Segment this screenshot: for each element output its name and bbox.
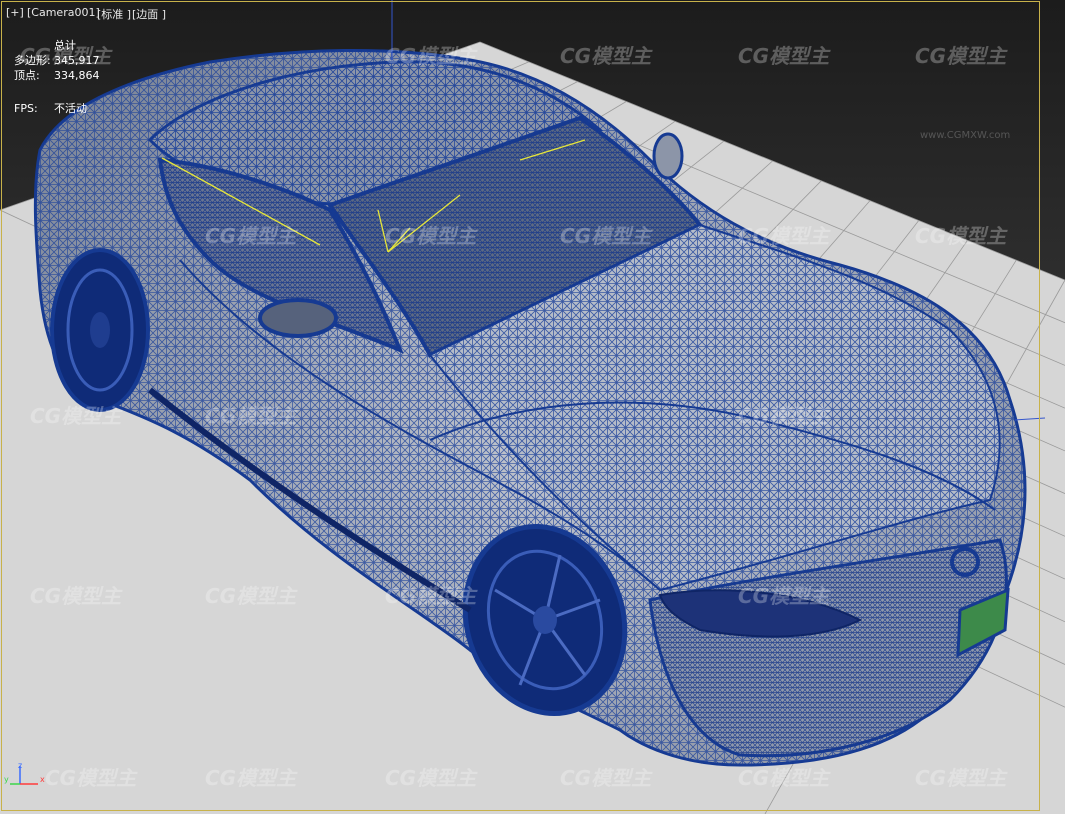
fps-label: FPS: xyxy=(14,102,38,115)
stats-total-label: 总计 xyxy=(54,39,76,52)
rear-antenna xyxy=(652,132,684,180)
axis-y-label: y xyxy=(4,775,9,784)
axis-tripod-icon: z x y xyxy=(4,762,45,785)
poly-count-value: 345,917 xyxy=(54,54,100,67)
side-mirror xyxy=(258,298,338,338)
poly-count-label: 多边形: xyxy=(14,54,51,67)
viewport-statistics: 总计 多边形: 345,917 顶点: 334,864 FPS: 不活动 xyxy=(14,38,100,116)
rear-wheel xyxy=(50,248,150,412)
fps-value: 不活动 xyxy=(54,102,87,115)
viewport-shading-menu[interactable]: [标准 ] xyxy=(97,6,131,22)
viewport-plus-menu[interactable]: [+] xyxy=(6,6,24,19)
vertex-count-label: 顶点: xyxy=(14,69,40,82)
axis-z-label: z xyxy=(18,762,22,770)
viewport-camera-menu[interactable]: [Camera001] xyxy=(27,6,100,19)
viewport-scene[interactable] xyxy=(0,0,1065,814)
viewport-display-mode-menu[interactable]: [边面 ] xyxy=(132,6,166,22)
vertex-count-value: 334,864 xyxy=(54,69,100,82)
camera-viewport[interactable]: CG模型主 CG模型主 CG模型主 CG模型主 CG模型主 www.CGMXW.… xyxy=(0,0,1065,814)
axis-x-label: x xyxy=(40,775,45,784)
